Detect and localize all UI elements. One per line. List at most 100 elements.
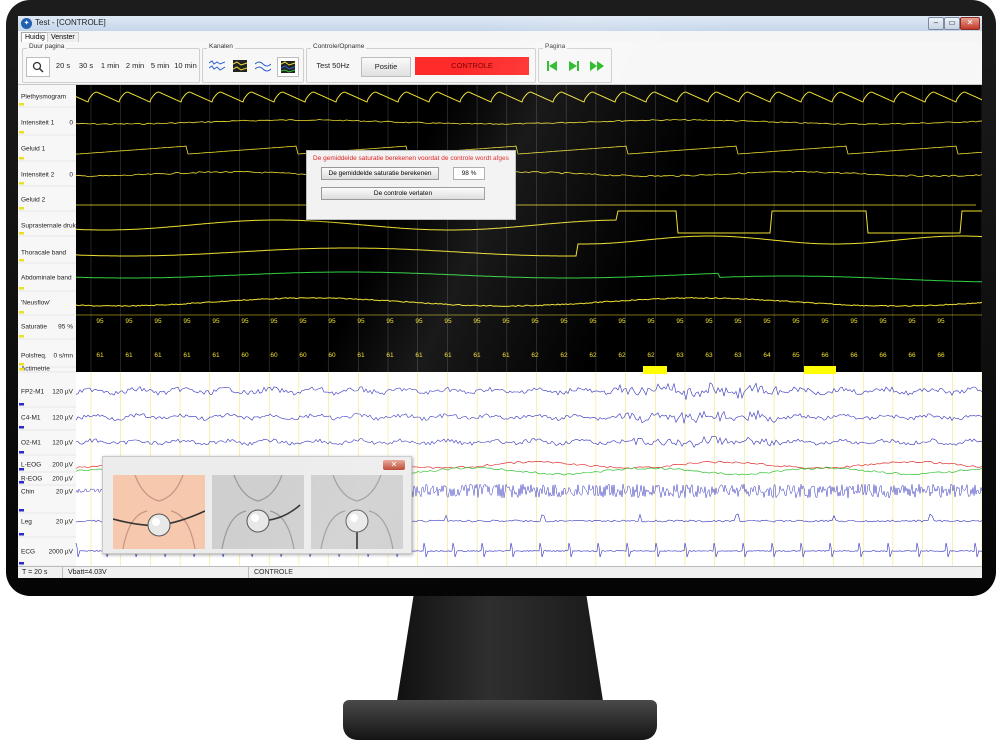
saturation-value: 95 [908,318,916,325]
page-group-label: Pagina [543,43,568,50]
pulse-value: 62 [647,352,655,359]
saturation-value: 95 [96,318,104,325]
channels-group: Kanalen [202,43,304,83]
page-group: Pagina [538,43,612,83]
saturation-value: 95 [879,318,887,325]
channel-unit: 120 µV [52,389,73,396]
saturation-value: 95 [444,318,452,325]
pulse-value: 60 [299,352,307,359]
position-button[interactable]: Positie [361,57,411,77]
channel-label: Geluid 2 [21,197,46,204]
menu-bar: Huidig Venster [18,31,982,43]
sensor-placement-tube-icon[interactable] [311,475,403,549]
pulse-value: 63 [705,352,713,359]
pulse-value: 61 [125,352,133,359]
channel-color-marker [19,207,24,210]
channel-unit: 200 µV [52,462,73,469]
saturation-value: 95 [560,318,568,325]
channel-label: C4-M1 [21,415,41,422]
saturation-value: 95 [473,318,481,325]
saturation-value: 95 [821,318,829,325]
channel-unit: 200 µV [52,476,73,483]
channel-color-marker [19,451,24,454]
eeg-channels-icon[interactable] [208,57,226,75]
actimetry-marker [643,366,667,374]
grid-channels-icon[interactable] [231,57,249,75]
sensor-placement-popup: ✕ [102,456,412,554]
compute-saturation-button[interactable]: De gemiddelde saturatie berekenen [321,167,439,180]
channel-label: ECG [21,549,35,556]
duration-option-2min[interactable]: 2 min [124,57,146,75]
pulse-value: 66 [937,352,945,359]
channel-color-marker [19,533,24,536]
pulse-value: 62 [531,352,539,359]
sensor-placement-skin-icon[interactable] [113,475,205,549]
minimize-button[interactable]: – [928,17,944,30]
pulse-value: 61 [183,352,191,359]
channel-color-marker [19,259,24,262]
saturation-value: 95 [125,318,133,325]
saturation-value: 95 [531,318,539,325]
channel-label: FP2-M1 [21,389,45,396]
channel-color-marker [19,562,24,565]
saturation-value: 95 [502,318,510,325]
magnifier-icon[interactable] [26,57,50,77]
status-battery: Vbatt=4.03V [68,569,107,576]
monitor-stand-base [343,700,657,740]
pulse-value: 66 [850,352,858,359]
channel-label: Actimetrie [21,366,50,373]
pulse-value: 61 [415,352,423,359]
fast-forward-icon[interactable] [588,57,606,75]
duration-option-10min[interactable]: 10 min [173,57,198,75]
saturation-value: 95 [618,318,626,325]
duration-option-30s[interactable]: 30 s [77,57,95,75]
channel-label: Abdominale band [21,275,72,282]
saturation-value: 95 [212,318,220,325]
close-button[interactable]: ✕ [960,17,980,30]
saturation-value: 95 [299,318,307,325]
channel-color-marker [19,287,24,290]
channel-label: L-EOG [21,462,41,469]
all-channels-icon[interactable] [277,57,299,77]
popup-close-button[interactable]: ✕ [383,460,405,470]
channel-unit: 95 % [58,324,73,331]
pulse-value: 61 [357,352,365,359]
skip-next-icon[interactable] [566,57,582,75]
channel-color-marker [19,131,24,134]
channel-color-marker [19,481,24,484]
saturation-value: 95 [937,318,945,325]
pulse-value: 60 [270,352,278,359]
title-bar: ✦ Test - [CONTROLE] – ▭ ✕ [18,16,982,31]
pulse-value: 63 [676,352,684,359]
saturation-dialog: De gemiddelde saturatie berekenen voorda… [306,150,516,220]
actimetry-marker [804,366,836,374]
leave-control-button[interactable]: De controle verlaten [321,187,485,200]
pulse-value: 66 [908,352,916,359]
sensor-placement-grey-icon[interactable] [212,475,304,549]
respiratory-channels-icon[interactable] [254,57,272,75]
saturation-value: 95 [850,318,858,325]
status-mode: CONTROLE [254,569,293,576]
channel-color-marker [19,426,24,429]
saturation-value: 95 [241,318,249,325]
saturation-value: 95 [328,318,336,325]
saturation-value: 95 [589,318,597,325]
pulse-value: 62 [618,352,626,359]
duration-option-5min[interactable]: 5 min [149,57,171,75]
saturation-value: 95 [183,318,191,325]
status-separator [248,567,249,578]
status-time: T = 20 s [22,569,48,576]
maximize-button[interactable]: ▭ [944,17,960,30]
test-50hz-button[interactable]: Test 50Hz [313,57,353,75]
window-title: Test - [CONTROLE] [35,18,106,27]
duration-option-1min[interactable]: 1 min [99,57,121,75]
channel-label: O2-M1 [21,440,41,447]
saturation-value-field: 98 % [453,167,485,180]
channel-label: Saturatie [21,324,47,331]
channel-label: 'Neusflow' [21,300,50,307]
respiratory-panel [76,85,982,372]
channel-label: R-EOG [21,476,42,483]
skip-first-icon[interactable] [544,57,560,75]
duration-option-20s[interactable]: 20 s [53,57,73,75]
saturation-value: 95 [792,318,800,325]
